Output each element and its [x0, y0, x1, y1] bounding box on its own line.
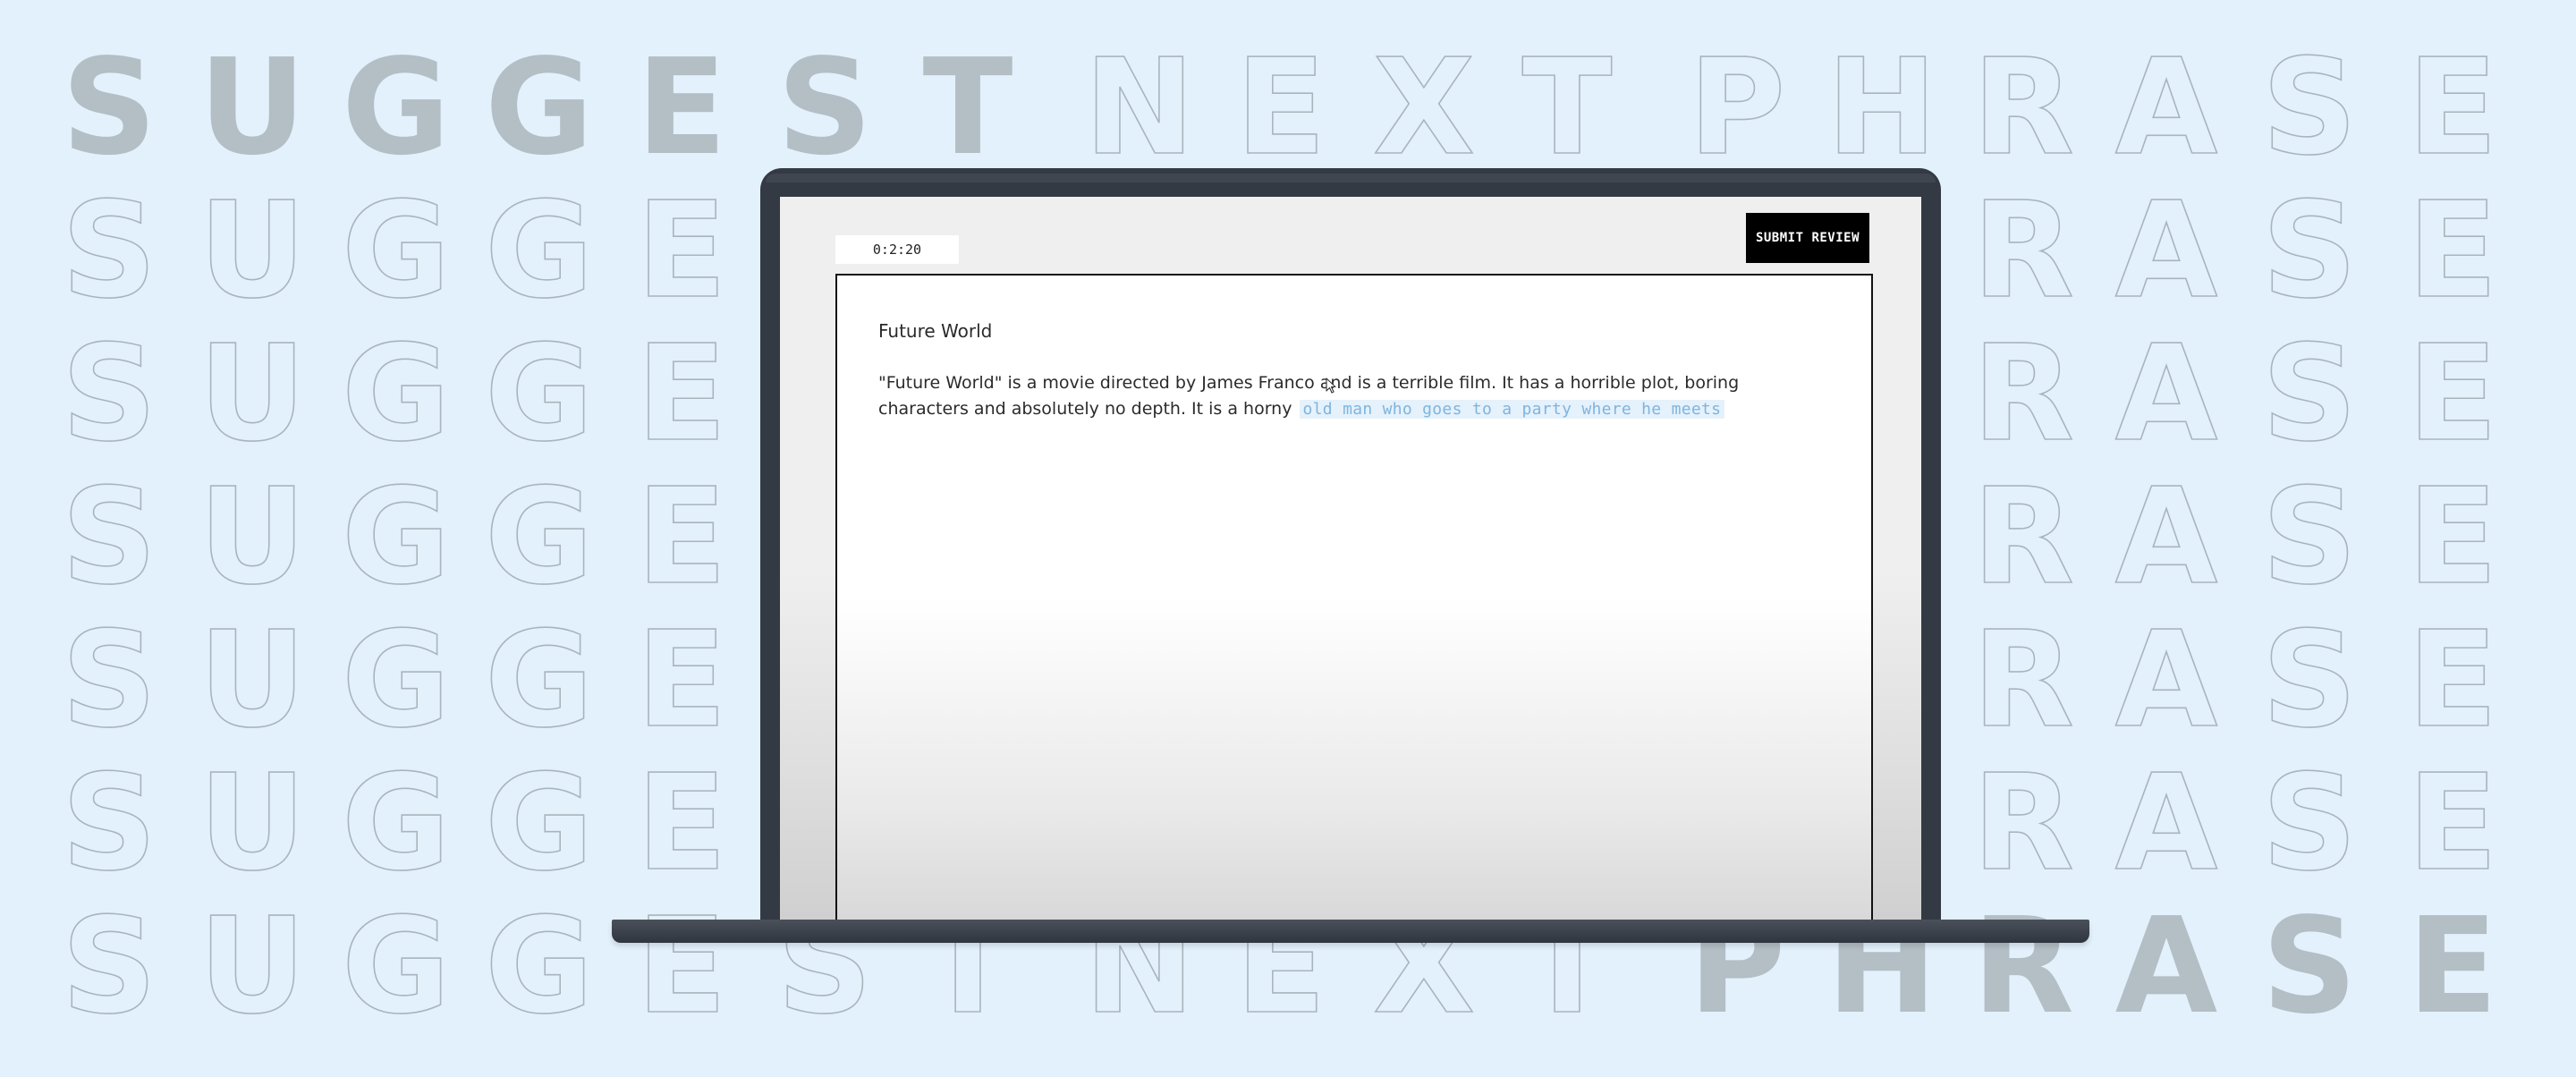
background-letter: G: [484, 317, 594, 471]
background-letter: E: [636, 603, 728, 757]
background-letter: E: [636, 174, 728, 327]
background-letter: S: [2261, 317, 2358, 471]
background-letter: U: [198, 889, 307, 1043]
background-letter: S: [61, 174, 157, 327]
background-letter: U: [198, 603, 307, 757]
background-letter: E: [2407, 746, 2499, 900]
background-letter: A: [2114, 460, 2218, 614]
background-letter: G: [341, 603, 451, 757]
background-letter: S: [2261, 889, 2358, 1043]
background-letter: G: [484, 889, 594, 1043]
background-letter: A: [2114, 317, 2218, 471]
background-letter: R: [1971, 746, 2075, 900]
background-letter: G: [341, 174, 451, 327]
background-letter: S: [61, 30, 157, 184]
background-letter: E: [636, 746, 728, 900]
background-letter: E: [2407, 30, 2499, 184]
background-letter: A: [2114, 889, 2218, 1043]
background-letter: G: [484, 603, 594, 757]
background-letter: T: [922, 30, 1013, 184]
background-letter: U: [199, 30, 307, 184]
submit-review-button[interactable]: SUBMIT REVIEW: [1746, 213, 1869, 263]
background-letter: T: [1521, 30, 1614, 184]
background-letter: S: [61, 460, 157, 614]
review-editor[interactable]: Future World "Future World" is a movie d…: [835, 274, 1873, 929]
background-letter: G: [341, 746, 451, 900]
document-title: Future World: [878, 320, 993, 342]
background-letter: E: [636, 317, 728, 471]
background-letter: G: [342, 30, 451, 184]
background-letter: G: [341, 317, 451, 471]
background-letter: E: [636, 460, 728, 614]
background-letter: S: [2261, 30, 2358, 184]
background-letter: R: [1971, 174, 2075, 327]
background-letter: R: [1971, 317, 2075, 471]
background-letter: U: [198, 460, 307, 614]
background-letter: U: [198, 746, 307, 900]
background-letter: G: [484, 746, 594, 900]
laptop-base: [612, 920, 2089, 943]
background-letter: U: [198, 317, 307, 471]
background-letter: E: [2407, 460, 2499, 614]
background-letter: R: [1971, 30, 2075, 184]
background-letter: A: [2114, 174, 2218, 327]
background-letter: G: [484, 460, 594, 614]
background-letter: S: [61, 889, 157, 1043]
background-letter: U: [198, 174, 307, 327]
background-letter: A: [2114, 746, 2218, 900]
app-window: 0:2:20 SUBMIT REVIEW Future World "Futur…: [780, 197, 1921, 929]
background-letter: G: [341, 460, 451, 614]
background-letter: N: [1083, 30, 1195, 184]
background-letter: S: [61, 746, 157, 900]
background-letter: E: [2407, 603, 2499, 757]
background-letter: G: [484, 174, 594, 327]
background-letter: G: [341, 889, 451, 1043]
background-letter: S: [776, 30, 873, 184]
background-letter: X: [1372, 30, 1476, 184]
background-letter: S: [2261, 603, 2358, 757]
session-timer: 0:2:20: [835, 235, 959, 264]
background-letter: R: [1971, 460, 2075, 614]
background-letter: E: [2407, 889, 2498, 1043]
background-letter: S: [2261, 460, 2358, 614]
background-letter: P: [1688, 30, 1786, 184]
suggested-phrase[interactable]: old man who goes to a party where he mee…: [1299, 400, 1725, 419]
mouse-pointer-icon: [1326, 377, 1336, 394]
background-letter: R: [1971, 603, 2075, 757]
background-letter: E: [636, 30, 727, 184]
background-letter: S: [61, 603, 157, 757]
background-letter: E: [2407, 174, 2499, 327]
background-letter: H: [1826, 30, 1937, 184]
background-letter: A: [2114, 603, 2218, 757]
background-letter: E: [2407, 317, 2499, 471]
background-letter: S: [61, 317, 157, 471]
background-letter: S: [2261, 174, 2358, 327]
background-letter: E: [1235, 30, 1327, 184]
laptop-screen-frame: 0:2:20 SUBMIT REVIEW Future World "Futur…: [760, 168, 1941, 929]
background-letter: S: [2261, 746, 2358, 900]
background-letter: G: [485, 30, 594, 184]
background-row: SUGGESTSUGGEST NEXT PHRASENEXTPHRASE: [0, 30, 2576, 184]
background-letter: A: [2114, 30, 2218, 184]
